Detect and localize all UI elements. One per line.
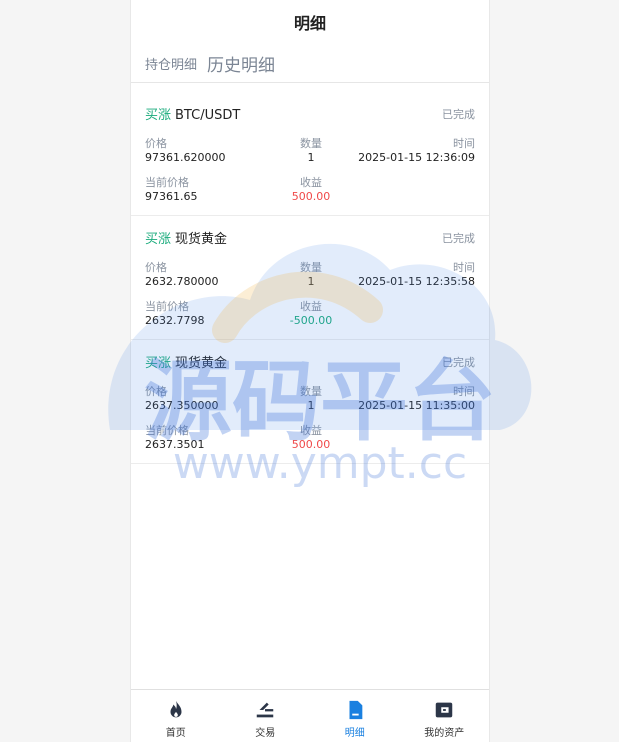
- current-price-label: 当前价格: [145, 300, 189, 313]
- nav-label-trade: 交易: [255, 728, 276, 739]
- quantity-label: 数量: [300, 385, 322, 398]
- record-title: 买涨 现货黄金: [145, 352, 227, 371]
- asset-name: BTC/USDT: [175, 108, 241, 123]
- direction-label: 买涨: [145, 108, 172, 123]
- tab-positions[interactable]: 持仓明细: [145, 54, 197, 73]
- price-label: 价格: [145, 261, 167, 274]
- current-price-value: 2637.3501: [145, 438, 205, 451]
- quantity-value: 1: [307, 151, 315, 164]
- page-title: 明细: [293, 14, 326, 33]
- profit-value: 500.00: [291, 190, 331, 203]
- tab-history[interactable]: 历史明细: [207, 51, 275, 76]
- status-badge: 已完成: [442, 356, 475, 369]
- bottom-nav: 首页 交易 明细 我的资产: [131, 689, 489, 742]
- flame-icon: [170, 700, 182, 718]
- current-price-value: 97361.65: [145, 190, 198, 203]
- profit-label: 收益: [300, 176, 322, 189]
- time-label: 时间: [453, 137, 475, 150]
- price-value: 2632.780000: [145, 275, 219, 288]
- time-value: 2025-01-15 12:35:58: [358, 275, 475, 288]
- time-label: 时间: [453, 261, 475, 274]
- current-price-label: 当前价格: [145, 424, 189, 437]
- quantity-label: 数量: [300, 137, 322, 150]
- record-card[interactable]: 买涨 现货黄金 已完成 价格 数量 时间 2632.780000 1 2025-0…: [131, 216, 489, 340]
- direction-label: 买涨: [145, 232, 172, 247]
- quantity-value: 1: [307, 275, 315, 288]
- record-card[interactable]: 买涨 现货黄金 已完成 价格 数量 时间 2637.350000 1 2025-0…: [131, 340, 489, 464]
- nav-item-assets[interactable]: 我的资产: [400, 690, 490, 742]
- nav-item-details[interactable]: 明细: [310, 690, 400, 742]
- current-price-label: 当前价格: [145, 176, 189, 189]
- subtab-bar: 持仓明细 历史明细: [131, 44, 489, 83]
- document-icon: [349, 700, 363, 720]
- app-page: 明细 持仓明细 历史明细 买涨 BTC/USDT 已完成 价格 数量 时间 973…: [130, 0, 490, 742]
- nav-item-trade[interactable]: 交易: [221, 690, 311, 742]
- direction-label: 买涨: [145, 356, 172, 371]
- price-value: 2637.350000: [145, 399, 219, 412]
- profit-value: -500.00: [289, 314, 333, 327]
- nav-item-home[interactable]: 首页: [131, 690, 221, 742]
- price-label: 价格: [145, 385, 167, 398]
- time-value: 2025-01-15 12:36:09: [358, 151, 475, 164]
- current-price-value: 2632.7798: [145, 314, 205, 327]
- wallet-icon: [436, 702, 453, 718]
- quantity-value: 1: [307, 399, 315, 412]
- nav-label-assets: 我的资产: [424, 728, 465, 739]
- record-card[interactable]: 买涨 BTC/USDT 已完成 价格 数量 时间 97361.620000 1 2…: [131, 92, 489, 216]
- price-label: 价格: [145, 137, 167, 150]
- profit-label: 收益: [300, 424, 322, 437]
- price-value: 97361.620000: [145, 151, 226, 164]
- quantity-label: 数量: [300, 261, 322, 274]
- asset-name: 现货黄金: [175, 232, 228, 247]
- time-label: 时间: [453, 385, 475, 398]
- profit-value: 500.00: [291, 438, 331, 451]
- record-title: 买涨 现货黄金: [145, 228, 227, 247]
- nav-label-home: 首页: [165, 728, 186, 739]
- time-value: 2025-01-15 11:35:00: [358, 399, 475, 412]
- trade-icon: [257, 702, 274, 718]
- status-badge: 已完成: [442, 232, 475, 245]
- record-list: 买涨 BTC/USDT 已完成 价格 数量 时间 97361.620000 1 2…: [131, 83, 489, 464]
- profit-label: 收益: [300, 300, 322, 313]
- record-title: 买涨 BTC/USDT: [145, 104, 240, 123]
- status-badge: 已完成: [442, 108, 475, 121]
- asset-name: 现货黄金: [175, 356, 228, 371]
- nav-label-details: 明细: [344, 728, 365, 739]
